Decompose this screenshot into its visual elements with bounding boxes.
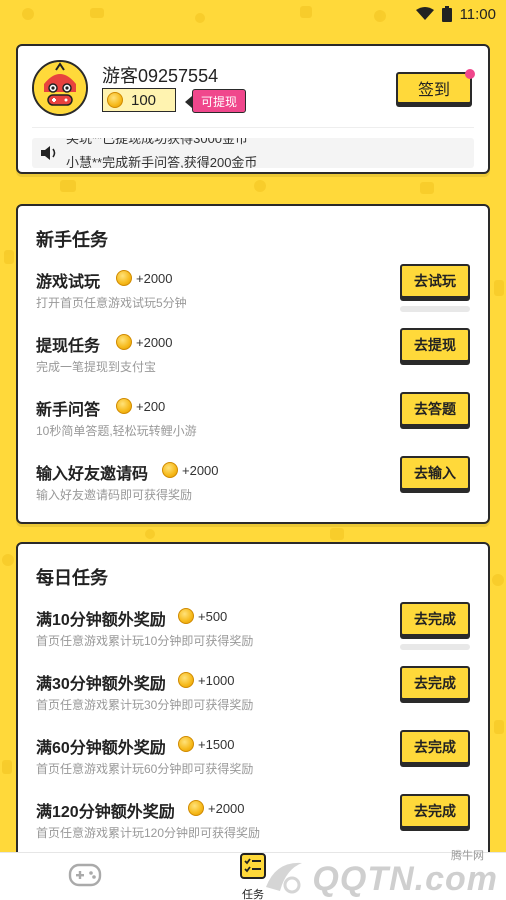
- avatar[interactable]: [32, 60, 88, 116]
- bottom-navigation: 任务 腾牛网 QQTN.com: [0, 850, 506, 900]
- watermark-text: QQTN.com: [312, 860, 498, 898]
- task-reward-value: +2000: [208, 800, 245, 816]
- notification-dot: [465, 69, 475, 79]
- task-reward-value: +200: [136, 398, 166, 414]
- task-button[interactable]: 去提现: [400, 328, 470, 362]
- task-item: 新手问答 +200 10秒简单答题,轻松玩转鲤小游 去答题: [36, 392, 470, 456]
- coin-icon: [162, 462, 178, 478]
- coin-icon: [178, 672, 194, 688]
- task-item: 游戏试玩 +2000 打开首页任意游戏试玩5分钟 去试玩: [36, 264, 470, 328]
- coin-icon: [107, 92, 123, 108]
- task-button[interactable]: 去完成: [400, 794, 470, 828]
- task-reward-value: +2000: [182, 462, 219, 478]
- profile-card: 游客09257554 100 可提现 签到 笑玩**已提现成功获得3000金币 …: [16, 44, 490, 174]
- task-name: 新手问答: [36, 402, 101, 419]
- coin-icon: [116, 334, 132, 350]
- task-item: 满60分钟额外奖励 +1500 首页任意游戏累计玩60分钟即可获得奖励 去完成: [36, 730, 470, 794]
- coin-icon: [178, 608, 194, 624]
- wifi-icon: [415, 7, 434, 21]
- status-time: 11:00: [459, 5, 496, 23]
- coin-icon: [188, 800, 204, 816]
- section-title: 每日任务: [36, 568, 108, 588]
- task-reward-value: +2000: [136, 270, 173, 286]
- task-reward: +2000: [188, 800, 245, 816]
- task-item: 输入好友邀请码 +2000 输入好友邀请码即可获得奖励 去输入: [36, 456, 470, 520]
- task-button[interactable]: 去答题: [400, 392, 470, 426]
- task-description: 首页任意游戏累计玩10分钟即可获得奖励: [36, 634, 254, 648]
- task-button[interactable]: 去完成: [400, 602, 470, 636]
- task-reward-value: +1000: [198, 672, 235, 688]
- task-name: 满120分钟额外奖励: [36, 804, 175, 821]
- task-button[interactable]: 去完成: [400, 666, 470, 700]
- battery-icon: [441, 6, 452, 22]
- watermark-logo-icon: [262, 857, 308, 900]
- task-button[interactable]: 去试玩: [400, 264, 470, 298]
- watermark: 腾牛网 QQTN.com: [262, 850, 498, 900]
- status-bar: 11:00: [0, 0, 506, 28]
- task-name: 满30分钟额外奖励: [36, 676, 166, 693]
- task-progress-track: [400, 306, 470, 312]
- signin-button-label: 签到: [417, 82, 450, 99]
- divider: [32, 127, 474, 128]
- task-reward-value: +2000: [136, 334, 173, 350]
- newbie-tasks-card: 新手任务 游戏试玩 +2000 打开首页任意游戏试玩5分钟 去试玩 提现任务 +…: [16, 204, 490, 524]
- task-item: 满120分钟额外奖励 +2000 首页任意游戏累计玩120分钟即可获得奖励 去完…: [36, 794, 470, 858]
- announcement-marquee: 笑玩**已提现成功获得3000金币 小慧**完成新手问答,获得200金币: [32, 138, 474, 168]
- nav-label: 任务: [242, 888, 264, 900]
- username: 游客09257554: [102, 66, 219, 86]
- task-item: 满30分钟额外奖励 +1000 首页任意游戏累计玩30分钟即可获得奖励 去完成: [36, 666, 470, 730]
- task-name: 满60分钟额外奖励: [36, 740, 166, 757]
- task-description: 首页任意游戏累计玩60分钟即可获得奖励: [36, 762, 254, 776]
- task-description: 首页任意游戏累计玩30分钟即可获得奖励: [36, 698, 254, 712]
- task-description: 输入好友邀请码即可获得奖励: [36, 488, 193, 502]
- task-reward: +500: [178, 608, 227, 624]
- task-reward: +2000: [162, 462, 219, 478]
- withdraw-tag[interactable]: 可提现: [184, 89, 247, 113]
- task-description: 完成一笔提现到支付宝: [36, 360, 157, 374]
- daily-tasks-card: 每日任务 满10分钟额外奖励 +500 首页任意游戏累计玩10分钟即可获得奖励 …: [16, 542, 490, 872]
- task-description: 10秒简单答题,轻松玩转鲤小游: [36, 424, 197, 438]
- watermark-small-text: 腾牛网: [451, 850, 484, 862]
- task-name: 游戏试玩: [36, 274, 101, 291]
- task-button[interactable]: 去完成: [400, 730, 470, 764]
- gamepad-icon: [68, 863, 102, 892]
- marquee-window: 笑玩**已提现成功获得3000金币 小慧**完成新手问答,获得200金币: [66, 138, 474, 168]
- task-progress-track: [400, 644, 470, 650]
- task-reward: +2000: [116, 270, 173, 286]
- task-button[interactable]: 去输入: [400, 456, 470, 490]
- task-reward: +2000: [116, 334, 173, 350]
- coin-balance: 100: [102, 88, 176, 112]
- task-item: 满10分钟额外奖励 +500 首页任意游戏累计玩10分钟即可获得奖励 去完成: [36, 602, 470, 666]
- task-item: 提现任务 +2000 完成一笔提现到支付宝 去提现: [36, 328, 470, 392]
- task-name: 满10分钟额外奖励: [36, 612, 166, 629]
- coin-balance-value: 100: [131, 91, 157, 109]
- task-description: 打开首页任意游戏试玩5分钟: [36, 296, 187, 310]
- task-name: 输入好友邀请码: [36, 466, 149, 483]
- marquee-line: 笑玩**已提现成功获得3000金币: [66, 138, 249, 146]
- task-reward-value: +500: [198, 608, 228, 624]
- speaker-icon: [32, 144, 66, 162]
- marquee-line: 小慧**完成新手问答,获得200金币: [66, 155, 258, 168]
- task-name: 提现任务: [36, 338, 101, 355]
- nav-item-games[interactable]: [60, 853, 110, 900]
- task-description: 首页任意游戏累计玩120分钟即可获得奖励: [36, 826, 261, 840]
- task-reward-value: +1500: [198, 736, 235, 752]
- task-reward: +1500: [178, 736, 235, 752]
- coin-icon: [116, 398, 132, 414]
- task-reward: +1000: [178, 672, 235, 688]
- section-title: 新手任务: [36, 230, 108, 250]
- signin-button[interactable]: 签到: [396, 69, 475, 104]
- coin-icon: [178, 736, 194, 752]
- coin-icon: [116, 270, 132, 286]
- task-reward: +200: [116, 398, 165, 414]
